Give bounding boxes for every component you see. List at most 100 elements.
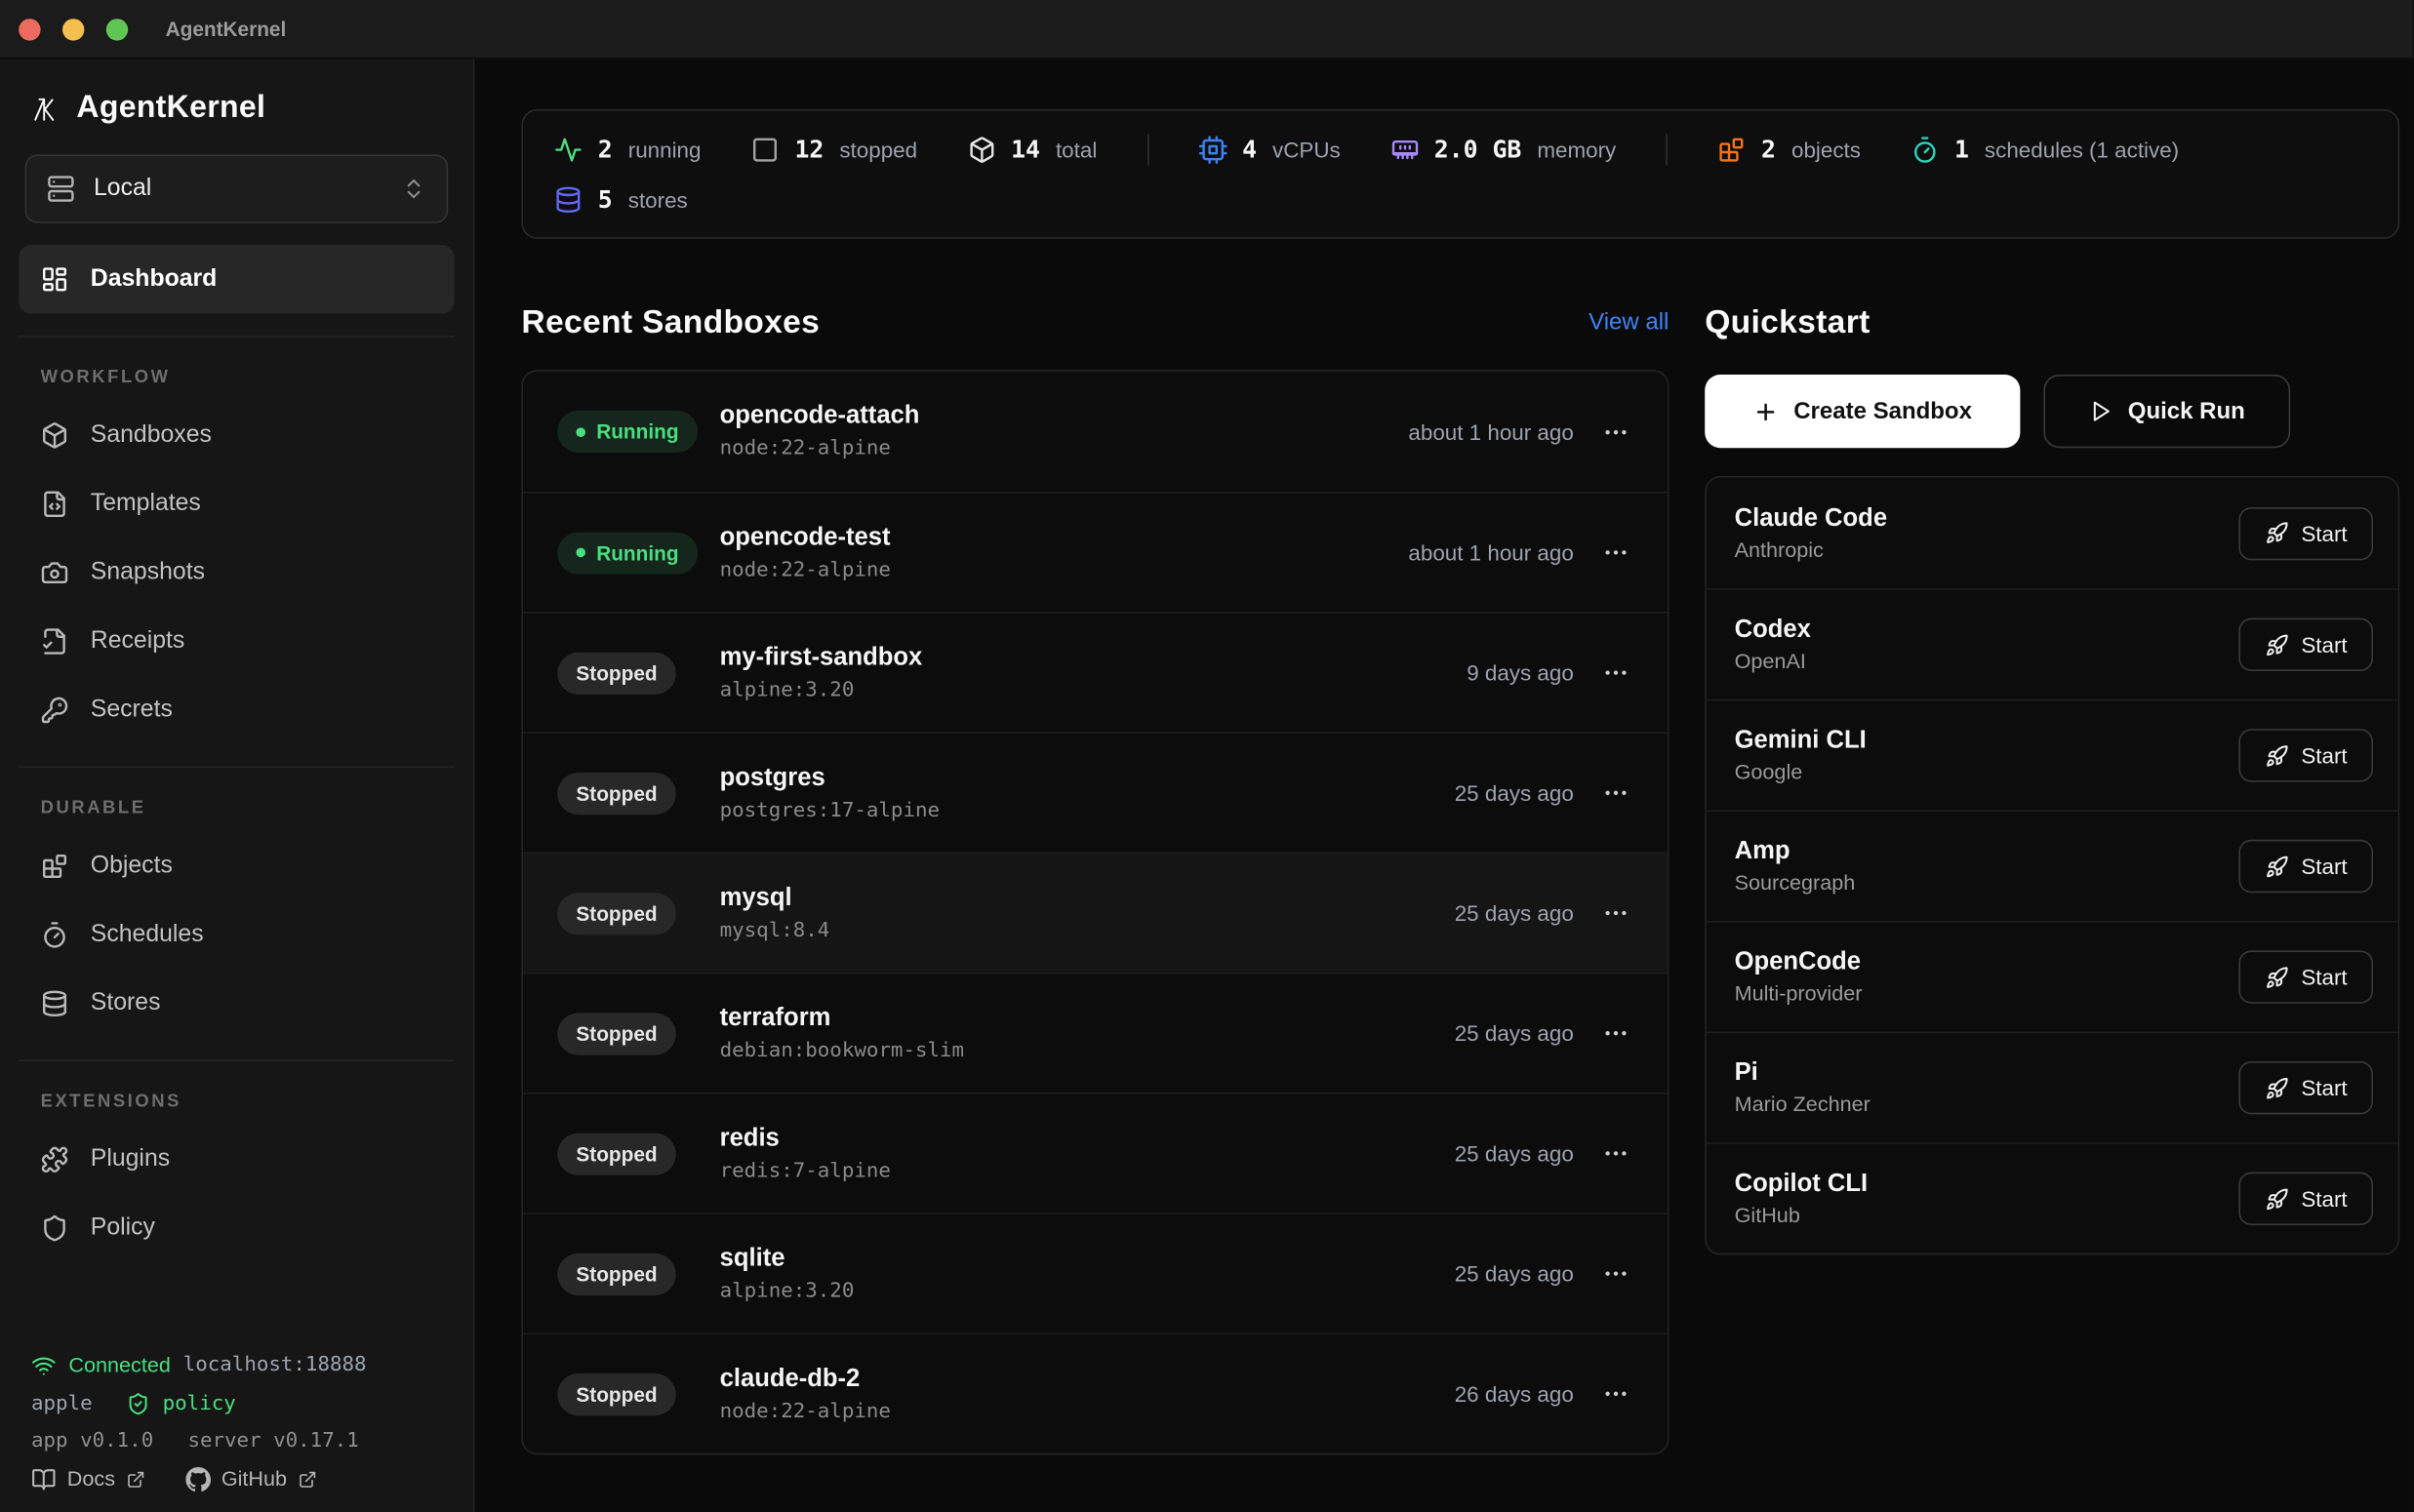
quickstart-item: Codex OpenAI Start bbox=[1707, 588, 2398, 699]
start-label: Start bbox=[2301, 632, 2347, 657]
agent-name: Gemini CLI bbox=[1735, 728, 1867, 756]
create-sandbox-button[interactable]: Create Sandbox bbox=[1705, 375, 2020, 448]
sidebar-item-schedules[interactable]: Schedules bbox=[19, 900, 454, 969]
book-open-icon bbox=[31, 1467, 57, 1492]
agent-provider: Mario Zechner bbox=[1735, 1093, 1871, 1116]
logo-text: AgentKernel bbox=[76, 91, 265, 127]
docs-link[interactable]: Docs bbox=[31, 1467, 144, 1492]
start-button[interactable]: Start bbox=[2239, 840, 2374, 893]
row-menu-button[interactable] bbox=[1602, 1378, 1633, 1410]
sidebar-item-snapshots[interactable]: Snapshots bbox=[19, 538, 454, 607]
close-window-button[interactable] bbox=[19, 18, 40, 39]
sandbox-row[interactable]: Stopped my-first-sandbox alpine:3.20 9 d… bbox=[523, 612, 1668, 732]
version-row: app v0.1.0 server v0.17.1 bbox=[31, 1429, 442, 1452]
row-menu-button[interactable] bbox=[1602, 1017, 1633, 1049]
external-link-icon bbox=[298, 1470, 316, 1489]
quick-run-button[interactable]: Quick Run bbox=[2043, 375, 2290, 448]
start-label: Start bbox=[2301, 521, 2347, 546]
sidebar-item-sandboxes[interactable]: Sandboxes bbox=[19, 401, 454, 469]
agent-provider: Anthropic bbox=[1735, 537, 1887, 561]
minimize-window-button[interactable] bbox=[62, 18, 84, 39]
app-version: app v0.1.0 bbox=[31, 1429, 153, 1452]
sandbox-row[interactable]: Running opencode-attach node:22-alpine a… bbox=[523, 372, 1668, 492]
sidebar-item-templates[interactable]: Templates bbox=[19, 470, 454, 538]
start-label: Start bbox=[2301, 1075, 2347, 1100]
sandbox-row[interactable]: Stopped redis redis:7-alpine 25 days ago bbox=[523, 1093, 1668, 1213]
ellipsis-icon bbox=[1602, 658, 1630, 687]
environment-selector-value: Local bbox=[94, 175, 151, 203]
sidebar-item-secrets[interactable]: Secrets bbox=[19, 676, 454, 744]
status-badge: Running bbox=[557, 411, 698, 453]
sidebar-item-policy[interactable]: Policy bbox=[19, 1194, 454, 1262]
start-button[interactable]: Start bbox=[2239, 506, 2374, 559]
start-button[interactable]: Start bbox=[2239, 1061, 2374, 1114]
agent-name: OpenCode bbox=[1735, 949, 1863, 977]
stat-label: stopped bbox=[839, 138, 917, 163]
start-button[interactable]: Start bbox=[2239, 950, 2374, 1003]
quickstart-title: Quickstart bbox=[1705, 303, 1870, 340]
row-menu-button[interactable] bbox=[1602, 897, 1633, 929]
rocket-icon bbox=[2266, 1187, 2289, 1211]
file-code-icon bbox=[41, 490, 69, 518]
environment-selector[interactable]: Local bbox=[25, 154, 449, 222]
sandbox-time: about 1 hour ago bbox=[1408, 540, 1573, 566]
stat-value: 5 bbox=[598, 185, 613, 214]
sidebar-item-label: Dashboard bbox=[91, 265, 218, 294]
sandbox-row[interactable]: Stopped claude-db-2 node:22-alpine 26 da… bbox=[523, 1333, 1668, 1452]
sandbox-row[interactable]: Stopped mysql mysql:8.4 25 days ago bbox=[523, 853, 1668, 973]
box-icon bbox=[41, 421, 69, 450]
sidebar-item-label: Policy bbox=[91, 1214, 155, 1243]
sidebar-item-dashboard[interactable]: Dashboard bbox=[19, 245, 454, 313]
sidebar-item-stores[interactable]: Stores bbox=[19, 970, 454, 1038]
connection-status-row: Connected localhost:18888 bbox=[31, 1353, 442, 1378]
sandbox-row[interactable]: Running opencode-test node:22-alpine abo… bbox=[523, 492, 1668, 612]
sidebar-item-objects[interactable]: Objects bbox=[19, 832, 454, 900]
square-icon bbox=[751, 136, 780, 164]
row-menu-button[interactable] bbox=[1602, 1137, 1633, 1169]
sandbox-name: mysql bbox=[720, 884, 1455, 912]
agent-name: Codex bbox=[1735, 617, 1811, 645]
sandbox-name: opencode-attach bbox=[720, 403, 1409, 431]
server-icon bbox=[47, 175, 75, 203]
wifi-icon bbox=[31, 1353, 57, 1378]
ellipsis-icon bbox=[1602, 418, 1630, 446]
app-window: AgentKernel AgentKernel Local Dashboard … bbox=[0, 0, 2414, 1512]
agent-name: Pi bbox=[1735, 1059, 1871, 1088]
connection-status: Connected bbox=[68, 1354, 171, 1377]
sandbox-row[interactable]: Stopped terraform debian:bookworm-slim 2… bbox=[523, 973, 1668, 1093]
row-menu-button[interactable] bbox=[1602, 657, 1633, 689]
rocket-icon bbox=[2266, 743, 2289, 767]
timer-icon bbox=[1911, 136, 1939, 164]
stat-value: 1 bbox=[1954, 136, 1969, 164]
sandbox-name: opencode-test bbox=[720, 524, 1409, 552]
sidebar-item-plugins[interactable]: Plugins bbox=[19, 1126, 454, 1194]
file-check-icon bbox=[41, 627, 69, 656]
row-menu-button[interactable] bbox=[1602, 416, 1633, 447]
sandbox-row[interactable]: Stopped sqlite alpine:3.20 25 days ago bbox=[523, 1213, 1668, 1333]
start-button[interactable]: Start bbox=[2239, 618, 2374, 671]
start-button[interactable]: Start bbox=[2239, 1173, 2374, 1225]
stat-label: running bbox=[628, 138, 702, 163]
quick-run-label: Quick Run bbox=[2128, 398, 2245, 424]
external-link-icon bbox=[126, 1470, 144, 1489]
sidebar-item-receipts[interactable]: Receipts bbox=[19, 607, 454, 675]
start-button[interactable]: Start bbox=[2239, 729, 2374, 781]
view-all-link[interactable]: View all bbox=[1589, 309, 1669, 336]
ellipsis-icon bbox=[1602, 899, 1630, 928]
policy-badge[interactable]: policy bbox=[163, 1392, 236, 1415]
start-label: Start bbox=[2301, 743, 2347, 769]
zoom-window-button[interactable] bbox=[106, 18, 128, 39]
play-icon bbox=[2089, 400, 2112, 423]
row-menu-button[interactable] bbox=[1602, 777, 1633, 809]
agent-name: Claude Code bbox=[1735, 505, 1887, 534]
github-link[interactable]: GitHub bbox=[185, 1467, 316, 1492]
row-menu-button[interactable] bbox=[1602, 537, 1633, 568]
sandbox-row[interactable]: Stopped postgres postgres:17-alpine 25 d… bbox=[523, 732, 1668, 852]
main-content: 2 running 12 stopped 14 total bbox=[474, 60, 2414, 1512]
sandbox-time: 25 days ago bbox=[1455, 1020, 1574, 1046]
ellipsis-icon bbox=[1602, 1259, 1630, 1288]
stat-stores: 5 stores bbox=[554, 185, 688, 214]
status-badge: Stopped bbox=[557, 1013, 676, 1054]
row-menu-button[interactable] bbox=[1602, 1258, 1633, 1290]
agent-provider: Multi-provider bbox=[1735, 981, 1863, 1005]
